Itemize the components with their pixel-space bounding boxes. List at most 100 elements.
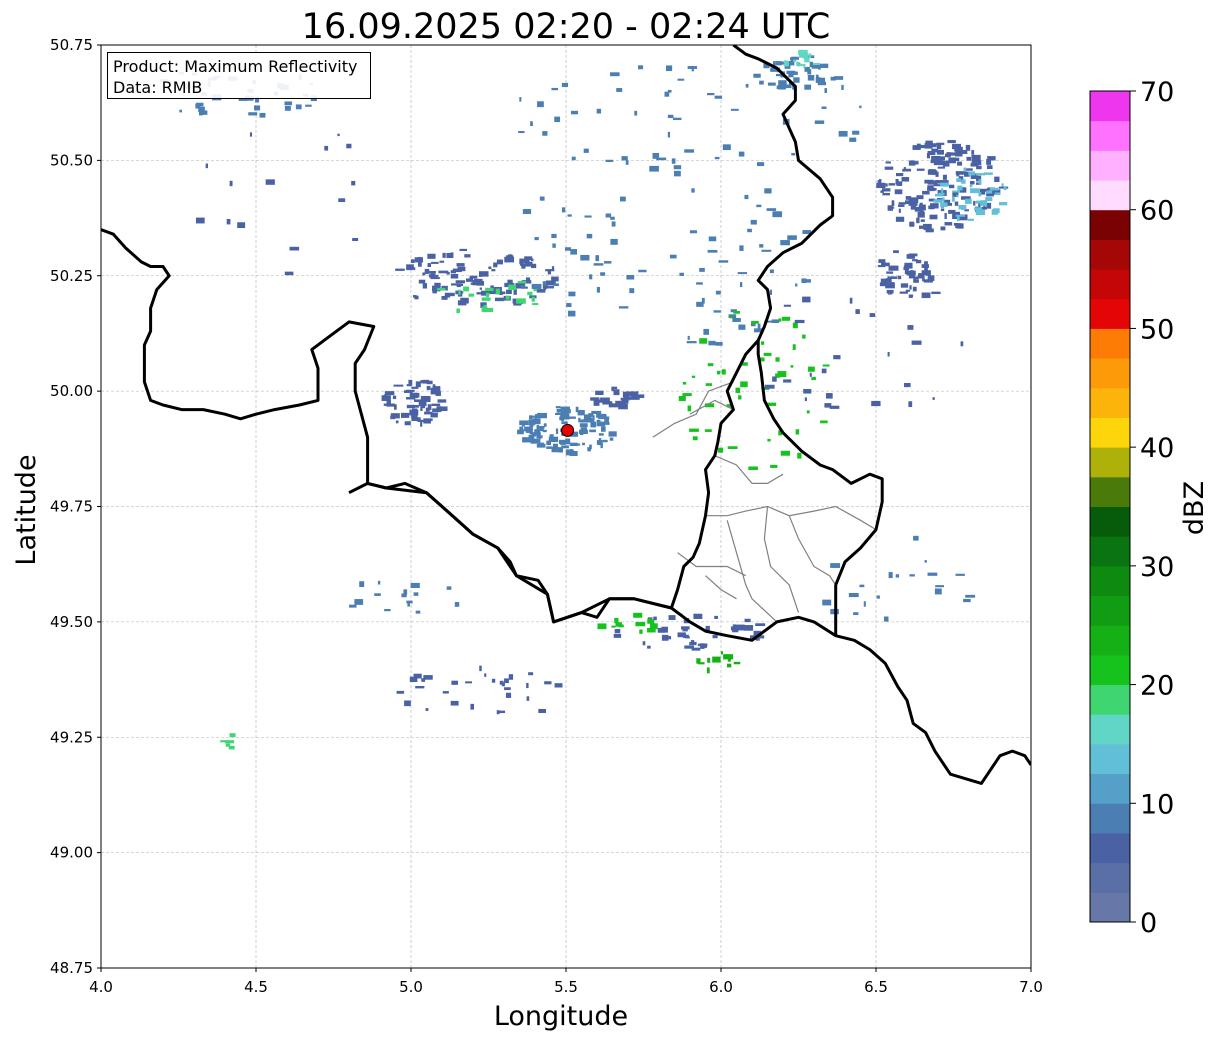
radar-figure: 16.09.2025 02:20 - 02:24 UTC 4.0 4.5 5.0 5.… (11, 7, 1210, 1032)
echo-pixel (921, 292, 931, 299)
echo-pixel (603, 261, 612, 264)
echo-pixel (229, 180, 233, 187)
echo-pixel (795, 283, 798, 287)
echo-pixel (954, 146, 963, 152)
echo-pixel (717, 447, 724, 453)
echo-pixel (413, 673, 422, 679)
echo-pixel (740, 381, 748, 388)
echo-pixel (596, 440, 603, 445)
echo-pixel (516, 298, 526, 304)
echo-pixel (667, 131, 671, 138)
echo-pixel (496, 710, 500, 715)
echo-pixel (772, 211, 783, 218)
echo-pixel (642, 641, 646, 646)
echo-pixel (450, 273, 459, 279)
product-label: Product: Maximum Reflectivity (113, 57, 358, 76)
echo-pixel (424, 268, 430, 274)
echo-pixel (871, 400, 881, 407)
echo-pixel (485, 292, 489, 298)
echo-pixel (605, 213, 612, 218)
echo-pixel (226, 218, 231, 225)
echo-pixel (537, 412, 548, 419)
echo-pixel (517, 429, 524, 435)
echo-pixel (392, 395, 397, 400)
echo-pixel (893, 250, 899, 254)
echo-pixel (957, 161, 963, 166)
echo-pixel (687, 335, 690, 340)
colorbar-tick-label: 30 (1140, 552, 1174, 583)
echo-pixel (934, 193, 943, 197)
echo-pixel (963, 167, 967, 172)
echo-pixel (249, 132, 253, 137)
echo-pixel (944, 153, 949, 158)
echo-pixel (735, 387, 741, 393)
echo-pixel (485, 287, 494, 292)
echo-pixel (766, 208, 777, 211)
echo-pixel (595, 255, 600, 262)
echo-pixel (570, 249, 578, 255)
echo-pixel (715, 341, 723, 346)
echo-pixel (527, 291, 533, 296)
x-tick-label: 5.5 (554, 978, 578, 996)
echo-pixel (796, 61, 800, 66)
echo-pixel (542, 281, 547, 286)
echo-pixel (479, 271, 489, 277)
echo-pixel (505, 295, 510, 300)
echo-pixel (626, 274, 635, 280)
echo-pixel (732, 317, 741, 322)
echo-pixel (895, 574, 900, 578)
echo-pixel (744, 194, 749, 200)
echo-pixel (806, 410, 810, 414)
echo-pixel (565, 247, 572, 251)
echo-pixel (907, 325, 914, 330)
echo-pixel (600, 272, 606, 276)
echo-pixel (420, 380, 426, 384)
echo-pixel (787, 235, 797, 240)
echo-pixel (887, 205, 893, 211)
echo-pixel (744, 618, 751, 623)
echo-pixel (598, 433, 604, 436)
echo-pixel (708, 236, 717, 242)
echo-pixel (770, 464, 778, 468)
echo-pixel (669, 254, 677, 259)
echo-pixel (955, 171, 966, 175)
y-axis-label: Latitude (11, 454, 42, 565)
echo-pixel (522, 437, 525, 443)
echo-pixel (430, 391, 437, 395)
echo-pixel (504, 687, 511, 691)
echo-pixel (919, 202, 923, 206)
colorbar-segment (1090, 417, 1130, 448)
echo-pixel (621, 399, 629, 404)
colorbar-segment (1090, 180, 1130, 211)
echo-pixel (595, 390, 604, 396)
echo-pixel (792, 344, 796, 351)
echo-pixel (780, 450, 791, 456)
echo-pixel (786, 70, 796, 75)
echo-pixel (930, 204, 935, 210)
data-source-label: Data: RMIB (113, 78, 203, 97)
echo-pixel (699, 338, 708, 344)
echo-pixel (885, 161, 891, 164)
echo-pixel (922, 276, 925, 282)
echo-pixel (886, 271, 894, 274)
echo-pixel (614, 617, 619, 624)
echo-pixel (567, 450, 574, 453)
echo-pixel (422, 402, 425, 409)
echo-pixel (374, 593, 381, 596)
echo-pixel (572, 443, 581, 446)
echo-pixel (769, 269, 774, 274)
echo-pixel (600, 397, 610, 402)
echo-pixel (964, 209, 969, 212)
echo-pixel (955, 151, 963, 157)
echo-pixel (838, 130, 848, 137)
echo-pixel (833, 355, 841, 360)
colorbar-segment (1090, 150, 1130, 181)
echo-pixel (555, 412, 562, 416)
echo-pixel (941, 197, 945, 202)
echo-pixel (940, 208, 945, 212)
echo-pixel (869, 313, 876, 317)
echo-pixel (877, 265, 886, 268)
echo-pixel (980, 200, 988, 206)
colorbar-segment (1090, 536, 1130, 567)
echo-pixel (894, 189, 903, 195)
